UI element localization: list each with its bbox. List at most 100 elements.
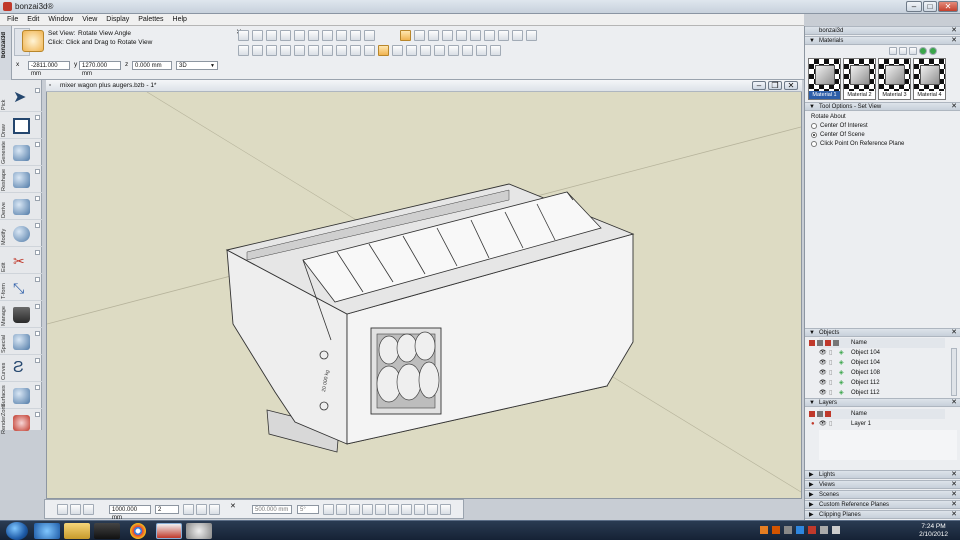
object-row[interactable]: 👁 ▯ ◈ Object 112 (819, 378, 945, 388)
material-swatch[interactable]: Material 3 (878, 58, 911, 100)
expand-icon[interactable] (35, 115, 40, 120)
close-button[interactable]: ✕ (938, 1, 958, 12)
zoom-window-icon[interactable] (448, 45, 459, 56)
eyedropper-icon[interactable] (512, 30, 523, 41)
expand-icon[interactable] (35, 412, 40, 417)
eye-icon[interactable]: 👁 (819, 348, 827, 358)
snap-cross-icon[interactable] (323, 504, 334, 515)
paste-icon[interactable] (350, 30, 361, 41)
pencil-icon[interactable] (498, 30, 509, 41)
snap-intersect-icon[interactable] (401, 504, 412, 515)
eye-icon[interactable]: 👁 (819, 378, 827, 388)
clipping-planes-header[interactable]: ▶ Clipping Planes ✕ (805, 510, 960, 519)
zoom-previous-icon[interactable] (490, 45, 501, 56)
material-swatch[interactable]: Material 2 (843, 58, 876, 100)
expand-icon[interactable] (35, 331, 40, 336)
print-icon[interactable] (280, 30, 291, 41)
tray-app-icon[interactable] (796, 526, 804, 534)
expand-icon[interactable] (35, 169, 40, 174)
close-icon[interactable]: ✕ (951, 491, 957, 499)
camera-icon[interactable] (484, 30, 495, 41)
layer-row[interactable]: ● 👁 ▯ Layer 1 (811, 419, 945, 429)
tool-cat-tform[interactable]: T-form ⤡ (0, 275, 42, 301)
object-row[interactable]: 👁 ▯ ◈ Object 104 (819, 348, 945, 358)
nudge-step-icon[interactable] (70, 504, 81, 515)
duplicate-icon[interactable] (209, 504, 220, 515)
viewport-close-button[interactable]: ✕ (784, 81, 798, 90)
snap-line-icon[interactable] (362, 504, 373, 515)
radio-button[interactable] (811, 123, 817, 129)
eye-icon[interactable]: 👁 (819, 419, 827, 429)
walk-view-icon[interactable] (442, 30, 453, 41)
close-icon[interactable]: ✕ (951, 37, 957, 45)
chrome-icon[interactable] (130, 523, 146, 539)
tool-cat-modify[interactable]: Modify (0, 221, 42, 247)
no-snap-icon[interactable] (336, 504, 347, 515)
eye-icon[interactable]: 👁 (819, 358, 827, 368)
nudge-arrow-icon[interactable] (57, 504, 68, 515)
close-strip-icon[interactable]: ✕ (230, 502, 236, 510)
zoom-out-icon[interactable] (434, 45, 445, 56)
x-coord-input[interactable]: -2811.000 mm (28, 61, 70, 77)
orbit-icon[interactable] (350, 45, 361, 56)
save-icon[interactable] (266, 30, 277, 41)
lock-icon[interactable]: ▯ (829, 419, 832, 429)
network-icon[interactable] (820, 526, 828, 534)
rotate-option[interactable]: Click Point On Reference Plane (811, 141, 904, 147)
tool-cat-derive[interactable]: Derive (0, 194, 42, 220)
close-icon[interactable]: ✕ (951, 511, 957, 519)
snap-point-icon[interactable] (349, 504, 360, 515)
bottom-view-icon[interactable] (308, 45, 319, 56)
objects-name-column[interactable]: Name (851, 338, 867, 348)
lock-toggle-icon[interactable] (817, 411, 823, 417)
menu-palettes[interactable]: Palettes (138, 16, 163, 23)
material-options-icon[interactable] (909, 47, 917, 55)
app-icon[interactable] (3, 2, 12, 11)
materials-header[interactable]: ▼ Materials ✕ (805, 36, 960, 45)
fly-view-icon[interactable] (456, 30, 467, 41)
tray-app-icon[interactable] (760, 526, 768, 534)
hand-icon[interactable] (196, 504, 207, 515)
expand-icon[interactable] (35, 223, 40, 228)
media-player-icon[interactable] (94, 523, 120, 539)
snap-grid-icon[interactable] (440, 504, 451, 515)
cut-icon[interactable] (322, 30, 333, 41)
expand-icon[interactable] (35, 250, 40, 255)
thumbnail-view-icon[interactable] (899, 47, 907, 55)
layers-name-column[interactable]: Name (851, 409, 867, 419)
close-icon[interactable]: ✕ (951, 27, 957, 35)
object-row[interactable]: 👁 ▯ ◈ Object 108 (819, 368, 945, 378)
left-view-icon[interactable] (280, 45, 291, 56)
reference-planes-header[interactable]: ▶ Custom Reference Planes ✕ (805, 500, 960, 509)
perspective-view-icon[interactable] (336, 45, 347, 56)
material-swatch[interactable]: Material 4 (913, 58, 946, 100)
close-icon[interactable]: ✕ (951, 103, 957, 111)
objects-header[interactable]: ▼ Objects ✕ (805, 328, 960, 337)
render-toggle-icon[interactable] (825, 411, 831, 417)
taskbar-clock[interactable]: 7:24 PM 2/10/2012 (919, 523, 948, 539)
y-coord-input[interactable]: 1270.000 mm (79, 61, 121, 77)
back-view-icon[interactable] (266, 45, 277, 56)
close-icon[interactable]: ✕ (951, 501, 957, 509)
list-view-icon[interactable] (889, 47, 897, 55)
explorer-folder-icon[interactable] (64, 523, 90, 539)
top-view-icon[interactable] (238, 45, 249, 56)
viewport-minimize-button[interactable]: – (752, 81, 766, 90)
menu-view[interactable]: View (82, 16, 97, 23)
close-icon[interactable]: ✕ (951, 399, 957, 407)
nudge-repeat-icon[interactable] (83, 504, 94, 515)
lights-header[interactable]: ▶ Lights ✕ (805, 470, 960, 479)
expand-icon[interactable] (35, 358, 40, 363)
rotate-option[interactable]: Center Of Interest (811, 123, 868, 129)
pan-view-icon[interactable] (414, 30, 425, 41)
objects-scrollbar[interactable] (951, 348, 957, 396)
tool-cat-pick[interactable]: Pick ➤ (0, 86, 42, 112)
menu-help[interactable]: Help (173, 16, 187, 23)
bonzai-tab[interactable]: bonzai3d (0, 26, 12, 80)
tool-cat-curves[interactable]: Curves Ƨ (0, 356, 42, 382)
checklist-icon[interactable] (526, 30, 537, 41)
copy-icon[interactable] (336, 30, 347, 41)
add-material-icon[interactable] (919, 47, 927, 55)
z-coord-input[interactable]: 0.000 mm (132, 61, 172, 70)
delete-icon[interactable] (364, 30, 375, 41)
